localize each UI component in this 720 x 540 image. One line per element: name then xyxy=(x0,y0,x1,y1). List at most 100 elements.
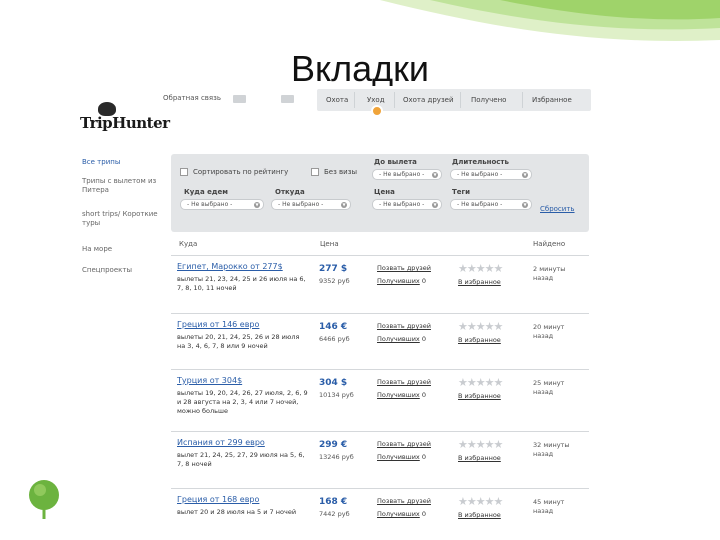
invite-friends-link[interactable]: Позвать друзей xyxy=(377,378,431,386)
invite-friends-link[interactable]: Позвать друзей xyxy=(377,322,431,330)
received-count[interactable]: Получивших 0 xyxy=(377,335,426,343)
trip-title-link[interactable]: Турция от 304$ xyxy=(177,376,242,385)
add-to-favorites-link[interactable]: В избранное xyxy=(458,392,501,400)
duration-label: Длительность xyxy=(452,158,509,166)
trip-title-link[interactable]: Египет, Марокко от 277$ xyxy=(177,262,283,271)
feedback-link[interactable]: Обратная связь xyxy=(163,94,221,102)
where-select[interactable]: - Не выбрано - ▼ xyxy=(180,199,264,210)
tab-divider xyxy=(522,92,523,108)
chevron-down-icon: ▼ xyxy=(432,172,438,178)
trip-price: 304 $ xyxy=(319,378,348,388)
table-header: Куда Цена Найдено xyxy=(171,238,589,252)
table-row: Греция от 168 евро вылет 20 и 28 июля на … xyxy=(171,488,589,522)
tab-received[interactable]: Получено xyxy=(471,96,506,104)
no-visa-label: Без визы xyxy=(324,168,357,176)
trip-description: вылет 21, 24, 25, 27, 29 июля на 5, 6, 7… xyxy=(177,451,305,468)
tags-label: Теги xyxy=(452,188,471,196)
invite-friends-link[interactable]: Позвать друзей xyxy=(377,264,431,272)
sidebar-item-piter[interactable]: Трипы с вылетом из Питера xyxy=(82,177,162,195)
main-tabs: Охота Уход Охота друзей Получено Избранн… xyxy=(317,89,591,111)
column-found[interactable]: Найдено xyxy=(533,240,565,248)
received-count[interactable]: Получивших 0 xyxy=(377,453,426,461)
tab-care[interactable]: Уход xyxy=(367,96,385,104)
logo[interactable]: TripHunter xyxy=(80,114,170,138)
logo-hunter-icon xyxy=(98,102,116,116)
table-row: Турция от 304$ вылеты 19, 20, 24, 26, 27 … xyxy=(171,369,589,432)
tab-hunt[interactable]: Охота xyxy=(326,96,348,104)
trip-price-rub: 6466 руб xyxy=(319,335,350,343)
column-price[interactable]: Цена xyxy=(320,240,339,248)
days-select[interactable]: - Не выбрано - ▼ xyxy=(372,169,442,180)
trip-description: вылеты 19, 20, 24, 26, 27 июля, 2, 6, 9 … xyxy=(177,389,308,415)
filter-panel: Сортировать по рейтингу Без визы До выле… xyxy=(171,154,589,232)
invite-friends-link[interactable]: Позвать друзей xyxy=(377,440,431,448)
price-label: Цена xyxy=(374,188,395,196)
invite-friends-link[interactable]: Позвать друзей xyxy=(377,497,431,505)
trip-description: вылеты 20, 21, 24, 25, 26 и 28 июля на 3… xyxy=(177,333,300,350)
sidebar-item-special[interactable]: Спецпроекты xyxy=(82,266,162,275)
no-visa-checkbox[interactable] xyxy=(311,168,319,176)
trip-title-link[interactable]: Греция от 146 евро xyxy=(177,320,259,329)
trip-price-rub: 9352 руб xyxy=(319,277,350,285)
tab-friends-hunt[interactable]: Охота друзей xyxy=(403,96,454,104)
print-icon[interactable] xyxy=(281,95,294,103)
rating-stars-icon[interactable]: ★★★★★ xyxy=(458,320,503,333)
tags-select[interactable]: - Не выбрано - ▼ xyxy=(450,199,532,210)
trip-price-rub: 10134 руб xyxy=(319,391,354,399)
trip-description: вылеты 21, 23, 24, 25 и 26 июля на 6, 7,… xyxy=(177,275,306,292)
found-time: 25 минут назад xyxy=(533,379,565,396)
site-screenshot: Обратная связь Охота Уход Охота друзей П… xyxy=(68,86,591,522)
add-to-favorites-link[interactable]: В избранное xyxy=(458,511,501,519)
rating-stars-icon[interactable]: ★★★★★ xyxy=(458,262,503,275)
trip-price: 299 € xyxy=(319,440,348,450)
table-row: Греция от 146 евро вылеты 20, 21, 24, 25,… xyxy=(171,313,589,370)
column-where[interactable]: Куда xyxy=(179,240,197,248)
trip-title-link[interactable]: Испания от 299 евро xyxy=(177,438,265,447)
sort-rating-label: Сортировать по рейтингу xyxy=(193,168,289,176)
days-label: До вылета xyxy=(374,158,417,166)
reset-filters-link[interactable]: Сбросить xyxy=(540,205,575,213)
trip-title-link[interactable]: Греция от 168 евро xyxy=(177,495,259,504)
chevron-down-icon: ▼ xyxy=(341,202,347,208)
chevron-down-icon: ▼ xyxy=(522,172,528,178)
price-select[interactable]: - Не выбрано - ▼ xyxy=(372,199,442,210)
trip-price: 146 € xyxy=(319,322,348,332)
active-tab-indicator-icon xyxy=(371,105,383,117)
rating-stars-icon[interactable]: ★★★★★ xyxy=(458,438,503,451)
rating-stars-icon[interactable]: ★★★★★ xyxy=(458,495,503,508)
found-time: 20 минут назад xyxy=(533,323,565,340)
received-count[interactable]: Получивших 0 xyxy=(377,277,426,285)
tab-divider xyxy=(460,92,461,108)
trip-description: вылет 20 и 28 июля на 5 и 7 ночей xyxy=(177,508,297,516)
add-to-favorites-link[interactable]: В избранное xyxy=(458,454,501,462)
add-to-favorites-link[interactable]: В избранное xyxy=(458,278,501,286)
trip-price-rub: 13246 руб xyxy=(319,453,354,461)
slide-title: Вкладки xyxy=(290,48,430,89)
trip-price: 168 € xyxy=(319,497,348,507)
received-count[interactable]: Получивших 0 xyxy=(377,391,426,399)
sort-rating-checkbox[interactable] xyxy=(180,168,188,176)
from-select[interactable]: - Не выбрано - ▼ xyxy=(271,199,351,210)
where-label: Куда едем xyxy=(184,188,228,196)
tab-favorites[interactable]: Избранное xyxy=(532,96,572,104)
sidebar-item-short[interactable]: short trips/ Короткие туры xyxy=(82,210,162,228)
found-time: 2 минуты назад xyxy=(533,265,566,282)
found-time: 45 минут назад xyxy=(533,498,565,515)
from-label: Откуда xyxy=(275,188,305,196)
sidebar-item-all[interactable]: Все трипы xyxy=(82,158,162,167)
found-time: 32 минуты назад xyxy=(533,441,570,458)
tab-divider xyxy=(394,92,395,108)
leaf-bullet-icon xyxy=(29,480,59,519)
chevron-down-icon: ▼ xyxy=(522,202,528,208)
chevron-down-icon: ▼ xyxy=(254,202,260,208)
sidebar-item-sea[interactable]: На море xyxy=(82,245,162,254)
mail-icon[interactable] xyxy=(233,95,246,103)
top-bar: Обратная связь Охота Уход Охота друзей П… xyxy=(68,86,591,117)
tab-divider xyxy=(354,92,355,108)
add-to-favorites-link[interactable]: В избранное xyxy=(458,336,501,344)
received-count[interactable]: Получивших 0 xyxy=(377,510,426,518)
table-row: Испания от 299 евро вылет 21, 24, 25, 27,… xyxy=(171,431,589,489)
rating-stars-icon[interactable]: ★★★★★ xyxy=(458,376,503,389)
duration-select[interactable]: - Не выбрано - ▼ xyxy=(450,169,532,180)
table-row: Египет, Марокко от 277$ вылеты 21, 23, 24… xyxy=(171,255,589,314)
